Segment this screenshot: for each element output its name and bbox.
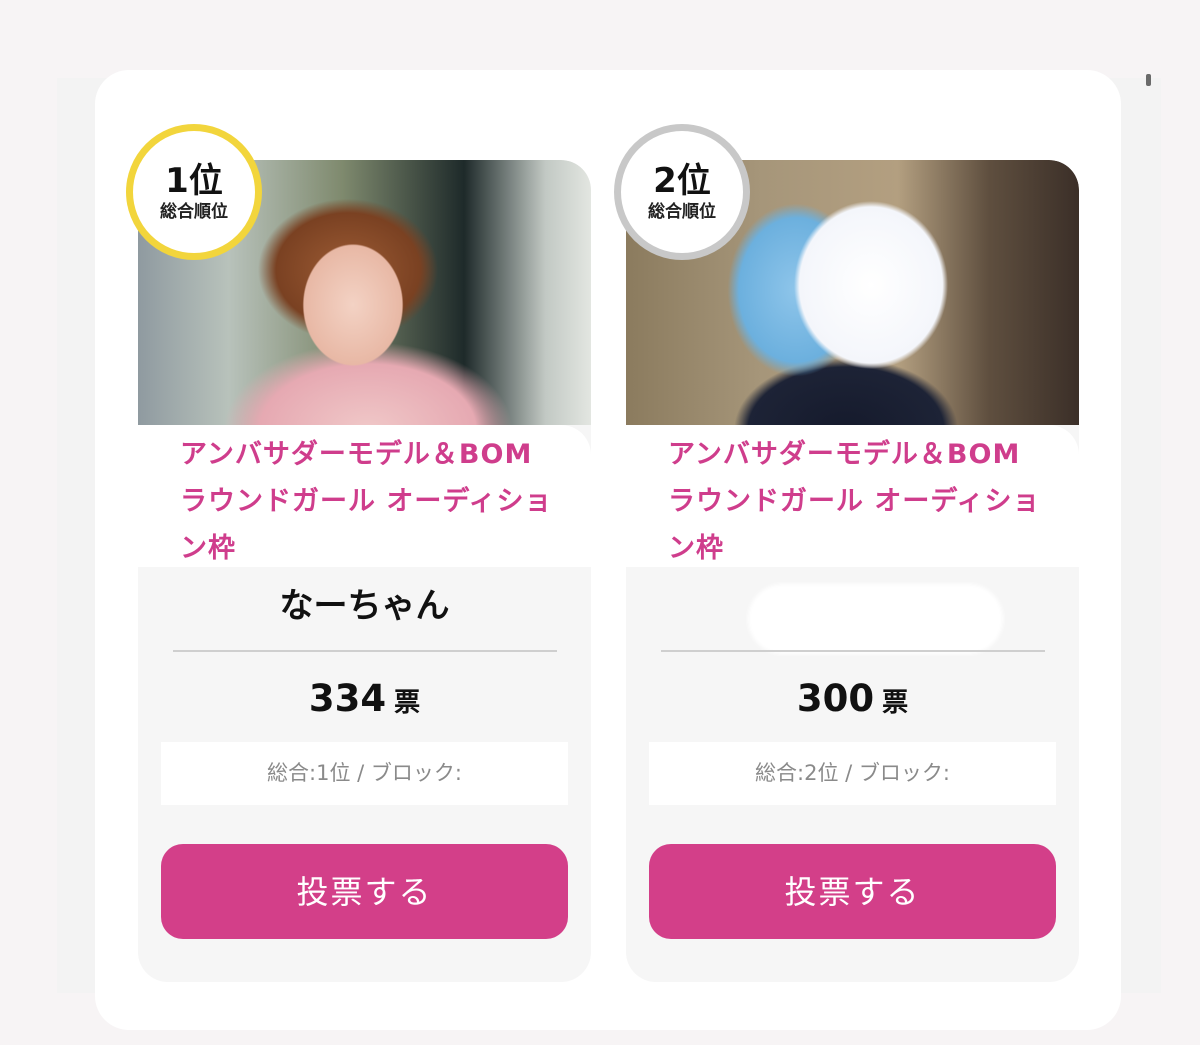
rank-number: 1位 [165,161,223,201]
card-title-box: アンバサダーモデル＆BOMラウンドガール オーディション枠 [626,425,1079,567]
rank-number: 2位 [653,161,711,201]
name-redaction [748,584,1003,654]
vote-button[interactable]: 投票する [161,844,568,939]
vote-unit: 票 [394,688,421,718]
rank-label: 総合順位 [648,202,716,222]
vote-count: 334 票 [138,675,591,730]
scrollbar-indicator[interactable] [1146,74,1151,86]
vote-button[interactable]: 投票する [649,844,1056,939]
card-title-box: アンバサダーモデル＆BOMラウンドガール オーディション枠 [138,425,591,567]
card-title: アンバサダーモデル＆BOMラウンドガール オーディション枠 [668,439,1041,564]
candidate-card-1: アンバサダーモデル＆BOMラウンドガール オーディション枠 なーちゃん 334 票… [138,160,591,982]
divider [173,650,557,652]
vote-number: 300 [796,677,875,720]
rank-info: 総合:1位 / ブロック: [161,742,568,805]
card-title: アンバサダーモデル＆BOMラウンドガール オーディション枠 [180,439,553,564]
rank-badge-1: 1位 総合順位 [126,124,262,260]
candidate-card-2: アンバサダーモデル＆BOMラウンドガール オーディション枠 300 票 総合:2位… [626,160,1079,982]
rank-info: 総合:2位 / ブロック: [649,742,1056,805]
vote-count: 300 票 [626,675,1079,730]
candidate-name: なーちゃん [279,586,450,626]
rank-badge-2: 2位 総合順位 [614,124,750,260]
vote-number: 334 [308,677,387,720]
rank-label: 総合順位 [160,202,228,222]
divider [661,650,1045,652]
vote-unit: 票 [882,688,909,718]
